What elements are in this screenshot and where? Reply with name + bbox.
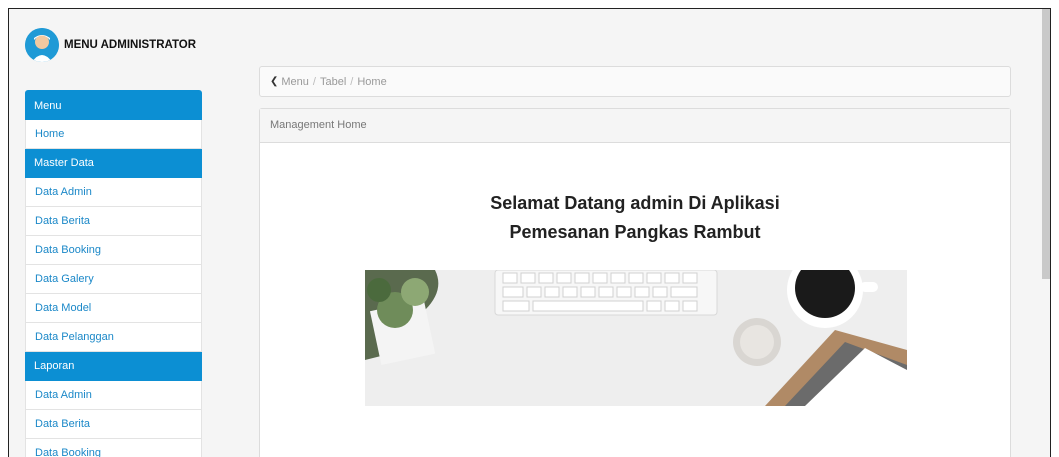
candle-image — [733, 318, 781, 366]
app-window: MENU ADMINISTRATOR Menu Home Master Data… — [8, 8, 1051, 457]
chevron-left-icon[interactable]: ❮ — [270, 76, 278, 87]
brand-title: MENU ADMINISTRATOR — [64, 39, 197, 51]
welcome-heading: Selamat Datang admin Di Aplikasi Pemesan… — [260, 189, 1010, 247]
sidebar-item-data-model[interactable]: Data Model — [25, 294, 202, 323]
breadcrumb: ❮ Menu / Tabel / Home — [259, 66, 1011, 97]
welcome-line-1: Selamat Datang admin Di Aplikasi — [490, 193, 780, 213]
sidebar-item-data-galery[interactable]: Data Galery — [25, 265, 202, 294]
scrollbar[interactable] — [1042, 9, 1050, 279]
sidebar-item-data-booking[interactable]: Data Booking — [25, 236, 202, 265]
panel-title: Management Home — [260, 109, 1010, 143]
sidebar-item-laporan-data-booking[interactable]: Data Booking — [25, 439, 202, 457]
sidebar-menu: Menu Home Master Data Data Admin Data Be… — [25, 90, 202, 457]
sidebar-item-data-berita[interactable]: Data Berita — [25, 207, 202, 236]
keyboard-image — [494, 269, 718, 316]
sidebar-item-data-admin[interactable]: Data Admin — [25, 178, 202, 207]
sidebar-heading-menu: Menu — [25, 90, 202, 120]
brand: MENU ADMINISTRATOR — [25, 28, 196, 62]
sidebar-item-home[interactable]: Home — [25, 120, 202, 149]
sidebar-heading-laporan: Laporan — [25, 352, 202, 381]
succulent-plant-image — [365, 270, 439, 366]
sidebar-item-data-pelanggan[interactable]: Data Pelanggan — [25, 323, 202, 352]
main-panel: Management Home Selamat Datang admin Di … — [259, 108, 1011, 457]
welcome-line-2: Pemesanan Pangkas Rambut — [509, 222, 761, 242]
breadcrumb-home: Home — [357, 75, 387, 88]
sidebar-item-laporan-data-berita[interactable]: Data Berita — [25, 410, 202, 439]
breadcrumb-tabel[interactable]: Tabel — [320, 76, 346, 88]
sidebar-heading-master-data: Master Data — [25, 149, 202, 178]
admin-avatar-icon — [25, 28, 59, 62]
hero-image — [365, 252, 907, 406]
sidebar-item-laporan-data-admin[interactable]: Data Admin — [25, 381, 202, 410]
breadcrumb-separator: / — [312, 75, 316, 88]
breadcrumb-separator: / — [350, 75, 354, 88]
breadcrumb-menu[interactable]: Menu — [281, 76, 309, 88]
